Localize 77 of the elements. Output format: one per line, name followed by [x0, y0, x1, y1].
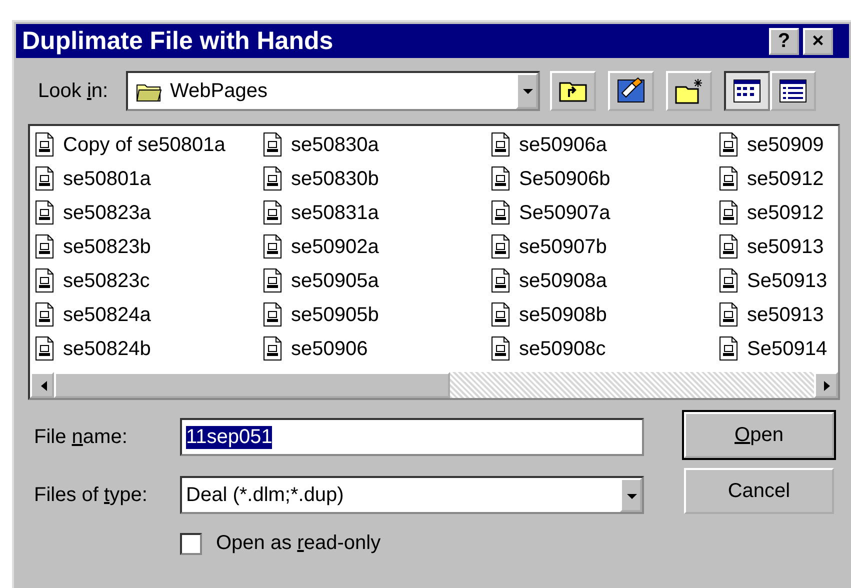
file-icon	[490, 234, 512, 260]
file-item[interactable]: Se50913	[747, 270, 828, 292]
look-in-label: Look in:	[38, 80, 110, 102]
file-icon	[490, 268, 512, 294]
file-item[interactable]: se50830b	[291, 168, 379, 190]
new-folder-icon	[674, 77, 704, 105]
window-title: Duplimate File with Hands	[22, 26, 334, 56]
file-item[interactable]: se50913	[747, 304, 824, 326]
file-icon	[34, 268, 56, 294]
file-item[interactable]: se50830a	[291, 134, 379, 156]
file-icon	[262, 166, 284, 192]
file-item[interactable]: se50906	[291, 338, 368, 360]
file-item[interactable]: se50824b	[63, 338, 151, 360]
file-item[interactable]: se50831a	[291, 202, 379, 224]
file-item[interactable]: se50909	[747, 134, 824, 156]
file-icon	[34, 302, 56, 328]
list-view-icon	[732, 77, 762, 105]
file-item[interactable]: se50905b	[291, 304, 379, 326]
file-icon	[718, 200, 740, 226]
close-button[interactable]: ×	[803, 28, 833, 54]
file-icon	[262, 200, 284, 226]
file-item[interactable]: se50823a	[63, 202, 151, 224]
file-item[interactable]: se50908b	[519, 304, 607, 326]
toolbar-button[interactable]	[724, 71, 770, 111]
file-icon	[262, 268, 284, 294]
file-icon	[490, 200, 512, 226]
file-item[interactable]: se50823b	[63, 236, 151, 258]
read-only-label: Open as read-only	[216, 532, 381, 555]
file-item[interactable]: se50912	[747, 202, 824, 224]
file-item[interactable]: se50913	[747, 236, 824, 258]
file-item[interactable]: se50824a	[63, 304, 151, 326]
file-item[interactable]: Copy of se50801a	[63, 134, 226, 156]
file-icon	[34, 132, 56, 158]
file-icon	[718, 268, 740, 294]
file-type-dropdown[interactable]: Deal (*.dlm;*.dup)	[180, 476, 644, 514]
details-view-icon	[778, 77, 808, 105]
file-item[interactable]: se50908c	[519, 338, 606, 360]
file-item[interactable]: Se50906b	[519, 168, 610, 190]
file-icon	[490, 132, 512, 158]
file-item[interactable]: Se50914	[747, 338, 828, 360]
file-item[interactable]: se50902a	[291, 236, 379, 258]
file-name-label: File name:	[34, 426, 128, 448]
file-item[interactable]: se50905a	[291, 270, 379, 292]
cancel-button[interactable]: Cancel	[684, 468, 834, 514]
file-name-field[interactable]: 11sep051	[180, 418, 644, 456]
file-icon	[718, 166, 740, 192]
help-button[interactable]: ?	[769, 28, 799, 54]
file-icon	[34, 234, 56, 260]
file-item[interactable]: se50906a	[519, 134, 607, 156]
checkbox[interactable]	[180, 532, 202, 554]
file-icon	[262, 132, 284, 158]
file-type-label: Files of type:	[34, 484, 148, 506]
file-item[interactable]: se50801a	[63, 168, 151, 190]
file-icon	[262, 336, 284, 362]
file-item[interactable]: se50912	[747, 168, 824, 190]
file-icon	[490, 336, 512, 362]
file-icon	[34, 336, 56, 362]
scroll-left-button[interactable]	[30, 372, 54, 398]
file-icon	[718, 132, 740, 158]
file-item[interactable]: se50907b	[519, 236, 607, 258]
horizontal-scrollbar[interactable]	[30, 372, 838, 398]
scroll-thumb[interactable]	[54, 372, 450, 398]
file-icon	[490, 302, 512, 328]
open-button[interactable]: Open	[684, 412, 834, 458]
file-icon	[262, 234, 284, 260]
file-icon	[718, 234, 740, 260]
file-item[interactable]: se50908a	[519, 270, 607, 292]
file-icon	[34, 166, 56, 192]
file-icon	[490, 166, 512, 192]
file-icon	[34, 200, 56, 226]
look-in-dropdown[interactable]: WebPages	[126, 71, 540, 111]
scroll-right-button[interactable]	[814, 372, 838, 398]
file-item[interactable]: Se50907a	[519, 202, 610, 224]
file-item[interactable]: se50823c	[63, 270, 150, 292]
file-icon	[262, 302, 284, 328]
file-icon	[718, 336, 740, 362]
file-icon	[718, 302, 740, 328]
